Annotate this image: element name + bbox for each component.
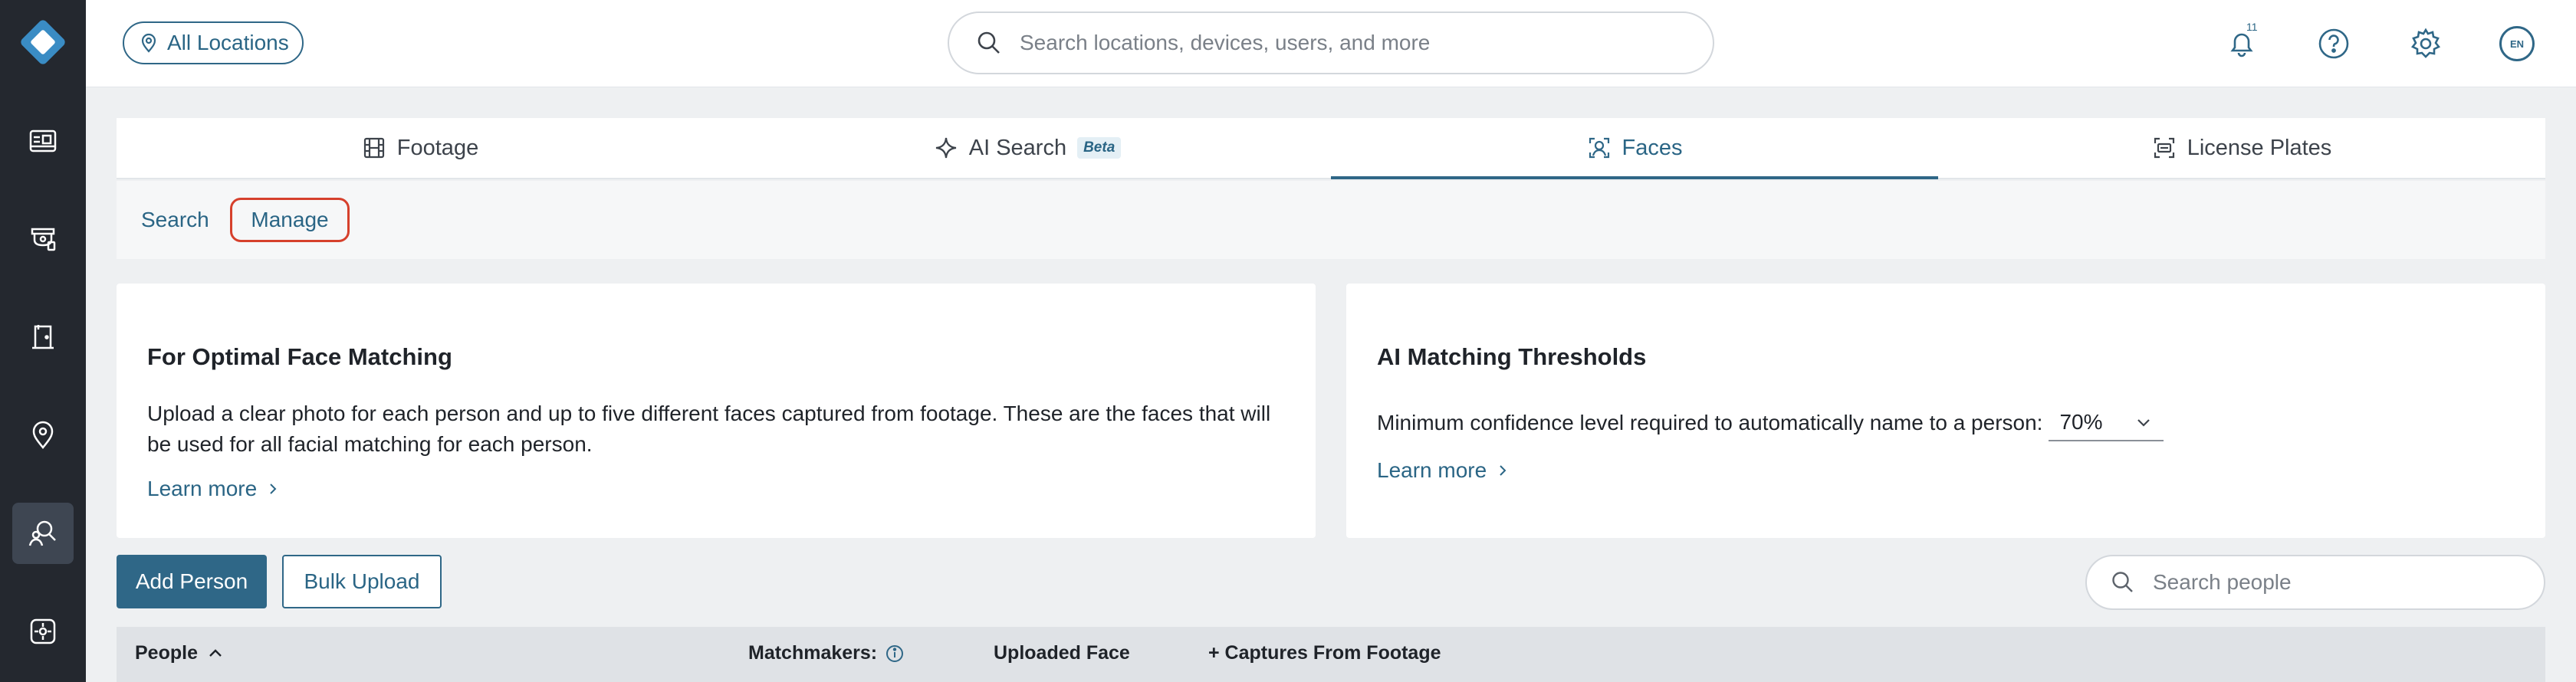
search-icon <box>2112 572 2133 592</box>
faces-subtabs: Search Manage <box>117 181 2545 259</box>
gear-icon <box>2410 28 2441 58</box>
tab-license-plates[interactable]: License Plates <box>1938 118 2545 178</box>
top-header: All Locations 11 EN <box>86 0 2576 87</box>
help-button[interactable] <box>2315 25 2352 62</box>
notification-count: 11 <box>2246 21 2258 33</box>
optimal-matching-body: Upload a clear photo for each person and… <box>147 402 1271 456</box>
integrations-icon <box>30 618 56 644</box>
matching-threshold-card: AI Matching Thresholds Minimum confidenc… <box>1346 284 2545 538</box>
sidebar-item-integrations[interactable] <box>12 601 74 662</box>
people-search-input[interactable] <box>2153 570 2521 595</box>
main-tabs: Footage AI Search Beta Faces License Pla… <box>117 118 2545 179</box>
tab-ai-search-label: AI Search <box>968 135 1067 160</box>
film-icon <box>363 137 384 159</box>
threshold-row: Minimum confidence level required to aut… <box>1377 405 2164 441</box>
chevron-right-icon <box>1500 465 1506 476</box>
optimal-matching-title: For Optimal Face Matching <box>147 343 452 370</box>
tab-footage[interactable]: Footage <box>117 118 724 178</box>
info-icon[interactable] <box>885 644 905 664</box>
sidebar <box>0 0 86 682</box>
column-captures: + Captures From Footage <box>1208 642 1441 664</box>
column-matchmakers-label: Matchmakers: <box>748 642 878 664</box>
threshold-label: Minimum confidence level required to aut… <box>1377 411 2043 434</box>
sidebar-item-access[interactable] <box>12 307 74 368</box>
beta-badge: Beta <box>1077 137 1122 159</box>
optimal-matching-card: For Optimal Face Matching Upload a clear… <box>117 284 1316 538</box>
language-selector[interactable]: EN <box>2499 26 2535 61</box>
column-uploaded-face: Uploaded Face <box>994 642 1130 664</box>
subtab-search[interactable]: Search <box>141 198 209 242</box>
column-uploaded-face-label: Uploaded Face <box>994 642 1130 664</box>
confidence-value: 70% <box>2059 410 2103 434</box>
column-people-label: People <box>135 642 198 664</box>
settings-button[interactable] <box>2407 25 2444 62</box>
people-search-icon <box>28 520 56 546</box>
location-label: All Locations <box>167 31 289 54</box>
tab-ai-search[interactable]: AI Search Beta <box>724 118 1331 178</box>
sidebar-item-people[interactable] <box>12 503 74 564</box>
logo-icon <box>21 20 65 64</box>
bulk-upload-button[interactable]: Bulk Upload <box>282 555 442 608</box>
global-search[interactable] <box>948 11 1714 74</box>
column-matchmakers: Matchmakers: <box>748 642 905 664</box>
tab-faces-label: Faces <box>1622 135 1683 160</box>
search-icon <box>978 31 1000 54</box>
people-search[interactable] <box>2085 555 2545 610</box>
access-door-icon <box>32 325 54 349</box>
help-icon <box>2318 28 2349 59</box>
threshold-learn-more-link[interactable]: Learn more <box>1377 458 1510 483</box>
tab-faces[interactable]: Faces <box>1331 118 1938 179</box>
tab-footage-label: Footage <box>396 135 479 160</box>
plate-scan-icon <box>2154 137 2174 159</box>
people-table-header: People Matchmakers: Uploaded Face + Capt… <box>117 627 2545 682</box>
sidebar-item-dashboard[interactable] <box>12 110 74 172</box>
column-captures-label: + Captures From Footage <box>1208 642 1441 664</box>
logo[interactable] <box>15 15 71 70</box>
global-search-input[interactable] <box>1020 31 1679 55</box>
sparkle-icon <box>935 137 956 159</box>
sort-ascending-icon <box>209 648 222 657</box>
chevron-right-icon <box>270 484 277 494</box>
sidebar-item-cameras[interactable] <box>12 208 74 269</box>
threshold-learn-more-label: Learn more <box>1377 458 1487 482</box>
dashboard-icon <box>29 130 57 152</box>
threshold-title: AI Matching Thresholds <box>1377 343 1647 370</box>
location-selector[interactable]: All Locations <box>123 21 304 64</box>
camera-icon <box>31 228 56 251</box>
notifications-button[interactable]: 11 <box>2223 21 2260 62</box>
subtab-manage[interactable]: Manage <box>230 198 350 242</box>
location-pin-icon <box>32 421 54 449</box>
learn-more-label: Learn more <box>147 477 258 500</box>
learn-more-link[interactable]: Learn more <box>147 477 280 501</box>
add-person-button[interactable]: Add Person <box>117 555 267 608</box>
column-people[interactable]: People <box>135 642 225 664</box>
sidebar-item-locations[interactable] <box>12 405 74 466</box>
chevron-down-icon <box>2137 419 2150 427</box>
tab-license-plates-label: License Plates <box>2187 135 2332 160</box>
location-pin-icon <box>141 33 156 53</box>
confidence-select[interactable]: 70% <box>2049 405 2164 441</box>
face-scan-icon <box>1589 137 1609 159</box>
